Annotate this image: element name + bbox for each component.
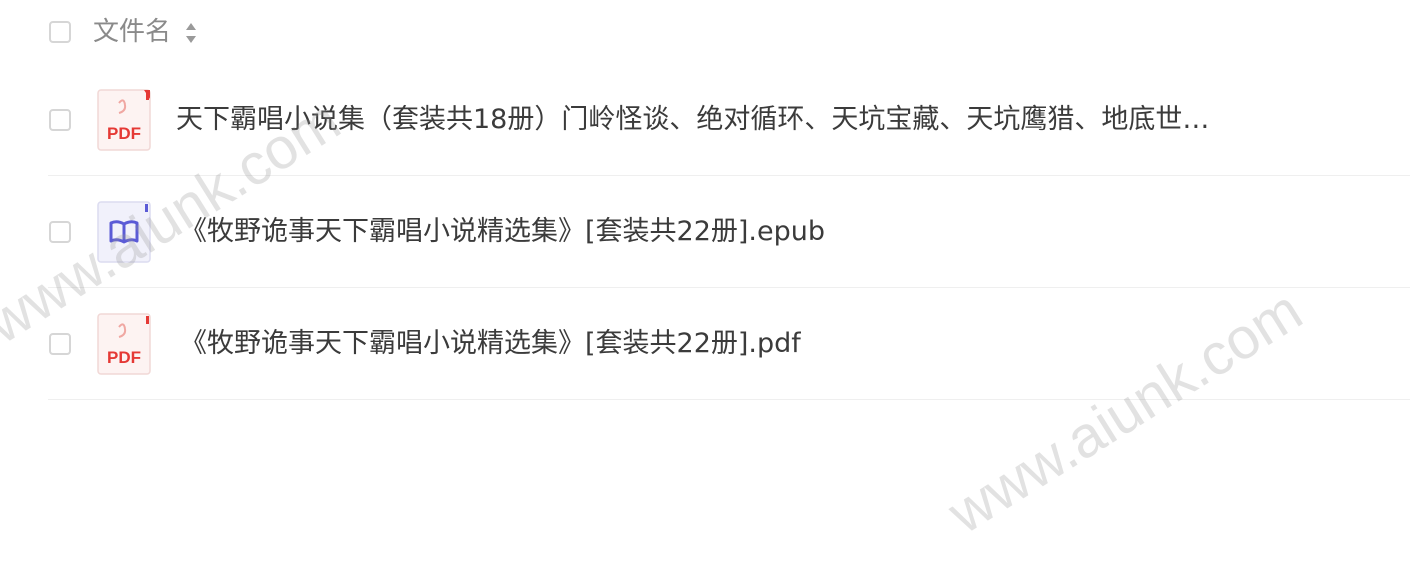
file-row[interactable]: 《牧野诡事天下霸唱小说精选集》[套装共22册].epub (0, 176, 1410, 288)
pdf-icon-label: PDF (107, 348, 141, 367)
row-checkbox[interactable] (49, 221, 71, 243)
row-checkbox[interactable] (49, 109, 71, 131)
file-row[interactable]: PDF 《牧野诡事天下霸唱小说精选集》[套装共22册].pdf (0, 288, 1410, 400)
sort-icon[interactable] (184, 21, 198, 45)
file-name[interactable]: 《牧野诡事天下霸唱小说精选集》[套装共22册].pdf (180, 326, 801, 362)
column-header-filename[interactable]: 文件名 (93, 15, 171, 49)
file-list-header: 文件名 (0, 0, 1410, 64)
epub-file-icon (97, 201, 151, 263)
file-name[interactable]: 《牧野诡事天下霸唱小说精选集》[套装共22册].epub (180, 214, 825, 250)
pdf-file-icon: PDF (97, 89, 151, 151)
row-checkbox[interactable] (49, 333, 71, 355)
file-name[interactable]: 天下霸唱小说集（套装共18册）门岭怪谈、绝对循环、天坑宝藏、天坑鹰猎、地底世… (176, 102, 1209, 138)
select-all-checkbox[interactable] (49, 21, 71, 43)
pdf-icon-label: PDF (107, 124, 141, 143)
file-row[interactable]: PDF 天下霸唱小说集（套装共18册）门岭怪谈、绝对循环、天坑宝藏、天坑鹰猎、地… (0, 64, 1410, 176)
row-divider (48, 399, 1410, 400)
pdf-file-icon: PDF (97, 313, 151, 375)
